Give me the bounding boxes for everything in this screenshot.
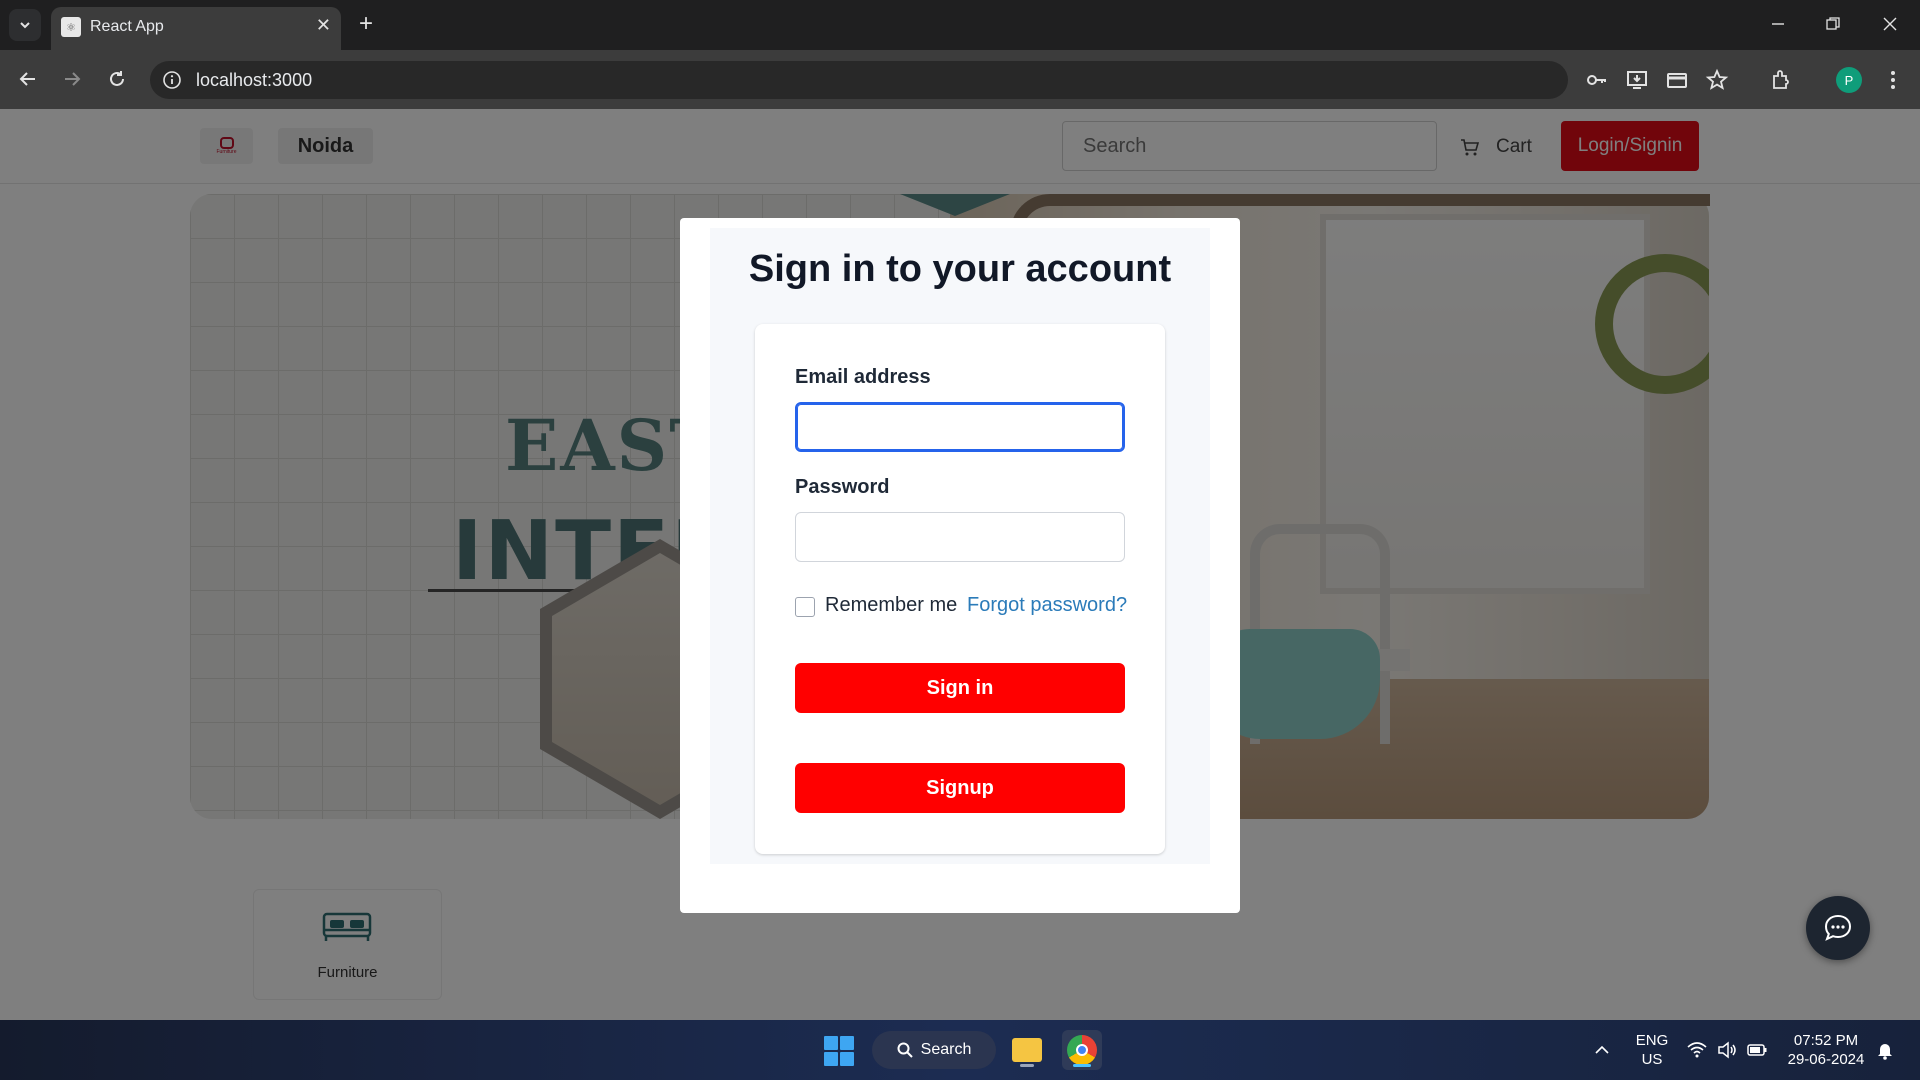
app-indicator	[1020, 1064, 1034, 1067]
chat-bubble-icon	[1824, 914, 1852, 941]
install-app-icon[interactable]	[1625, 68, 1649, 92]
volume-icon[interactable]	[1716, 1039, 1738, 1061]
react-favicon-icon: ⚛	[61, 17, 81, 37]
email-field[interactable]	[795, 402, 1125, 452]
profile-avatar[interactable]: P	[1836, 67, 1862, 93]
email-label: Email address	[795, 366, 931, 388]
card-icon[interactable]	[1665, 68, 1689, 92]
tab-search-button[interactable]	[9, 9, 41, 41]
url-text: localhost:3000	[196, 70, 313, 90]
password-key-icon[interactable]	[1584, 68, 1608, 92]
taskbar-search[interactable]: Search	[872, 1031, 996, 1069]
signup-button[interactable]: Signup	[795, 763, 1125, 813]
browser-tab-bar: ⚛ React App ✕ +	[0, 0, 1920, 50]
back-button[interactable]	[12, 63, 44, 95]
close-icon	[1883, 17, 1897, 31]
windows-start-icon[interactable]	[824, 1036, 854, 1066]
minimize-icon	[1772, 23, 1784, 25]
search-icon	[897, 1042, 913, 1058]
browser-toolbar: localhost:3000 P	[0, 50, 1920, 109]
browser-menu-icon[interactable]	[1881, 68, 1905, 92]
region-code: US	[1641, 1051, 1663, 1068]
restore-button[interactable]	[1813, 8, 1853, 40]
active-app-indicator	[1073, 1064, 1091, 1067]
extensions-puzzle-icon[interactable]	[1769, 68, 1793, 92]
date-text: 29-06-2024	[1787, 1051, 1865, 1068]
forward-button[interactable]	[56, 63, 88, 95]
notification-bell-icon[interactable]	[1874, 1039, 1896, 1061]
new-tab-button[interactable]: +	[352, 10, 380, 38]
password-field[interactable]	[795, 512, 1125, 562]
browser-tab[interactable]: ⚛ React App ✕	[51, 7, 341, 50]
taskbar-search-label: Search	[920, 1041, 972, 1058]
password-label: Password	[795, 476, 890, 498]
tab-title: React App	[90, 18, 164, 35]
file-explorer-app[interactable]	[1007, 1030, 1047, 1070]
reload-icon	[110, 71, 124, 86]
back-arrow-icon	[19, 72, 35, 86]
signin-form: Email address Password Remember me Forgo…	[755, 324, 1165, 854]
folder-icon	[1012, 1038, 1042, 1062]
chrome-app[interactable]	[1062, 1030, 1102, 1070]
clock[interactable]: 07:52 PM 29-06-2024	[1782, 1031, 1870, 1069]
restore-icon	[1826, 17, 1840, 30]
chat-button[interactable]	[1806, 896, 1870, 960]
reload-button[interactable]	[101, 63, 133, 95]
sign-in-button[interactable]: Sign in	[795, 663, 1125, 713]
modal-content: Sign in to your account Email address Pa…	[710, 228, 1210, 864]
battery-icon[interactable]	[1746, 1039, 1768, 1061]
remember-me-checkbox[interactable]	[795, 597, 815, 617]
wifi-icon[interactable]	[1686, 1039, 1708, 1061]
taskbar: Search ENG US 07:52 PM 29-06-2024	[0, 1020, 1920, 1080]
close-window-button[interactable]	[1870, 8, 1910, 40]
time-text: 07:52 PM	[1793, 1032, 1859, 1049]
address-bar[interactable]: localhost:3000	[150, 61, 1568, 99]
language-indicator[interactable]: ENG US	[1630, 1031, 1674, 1069]
bookmark-star-icon[interactable]	[1705, 68, 1729, 92]
signin-modal: Sign in to your account Email address Pa…	[680, 218, 1240, 913]
modal-heading: Sign in to your account	[748, 248, 1172, 290]
site-info-icon[interactable]	[162, 70, 182, 90]
chrome-icon	[1067, 1035, 1097, 1065]
language-code: ENG	[1635, 1032, 1669, 1049]
forgot-password-link[interactable]: Forgot password?	[967, 594, 1127, 617]
forward-arrow-icon	[65, 72, 81, 86]
chevron-down-icon	[20, 22, 30, 29]
minimize-button[interactable]	[1758, 8, 1798, 40]
chevron-up-icon[interactable]	[1591, 1039, 1613, 1061]
tab-close-icon[interactable]: ✕	[316, 15, 331, 36]
remember-me-label[interactable]: Remember me	[825, 594, 957, 617]
